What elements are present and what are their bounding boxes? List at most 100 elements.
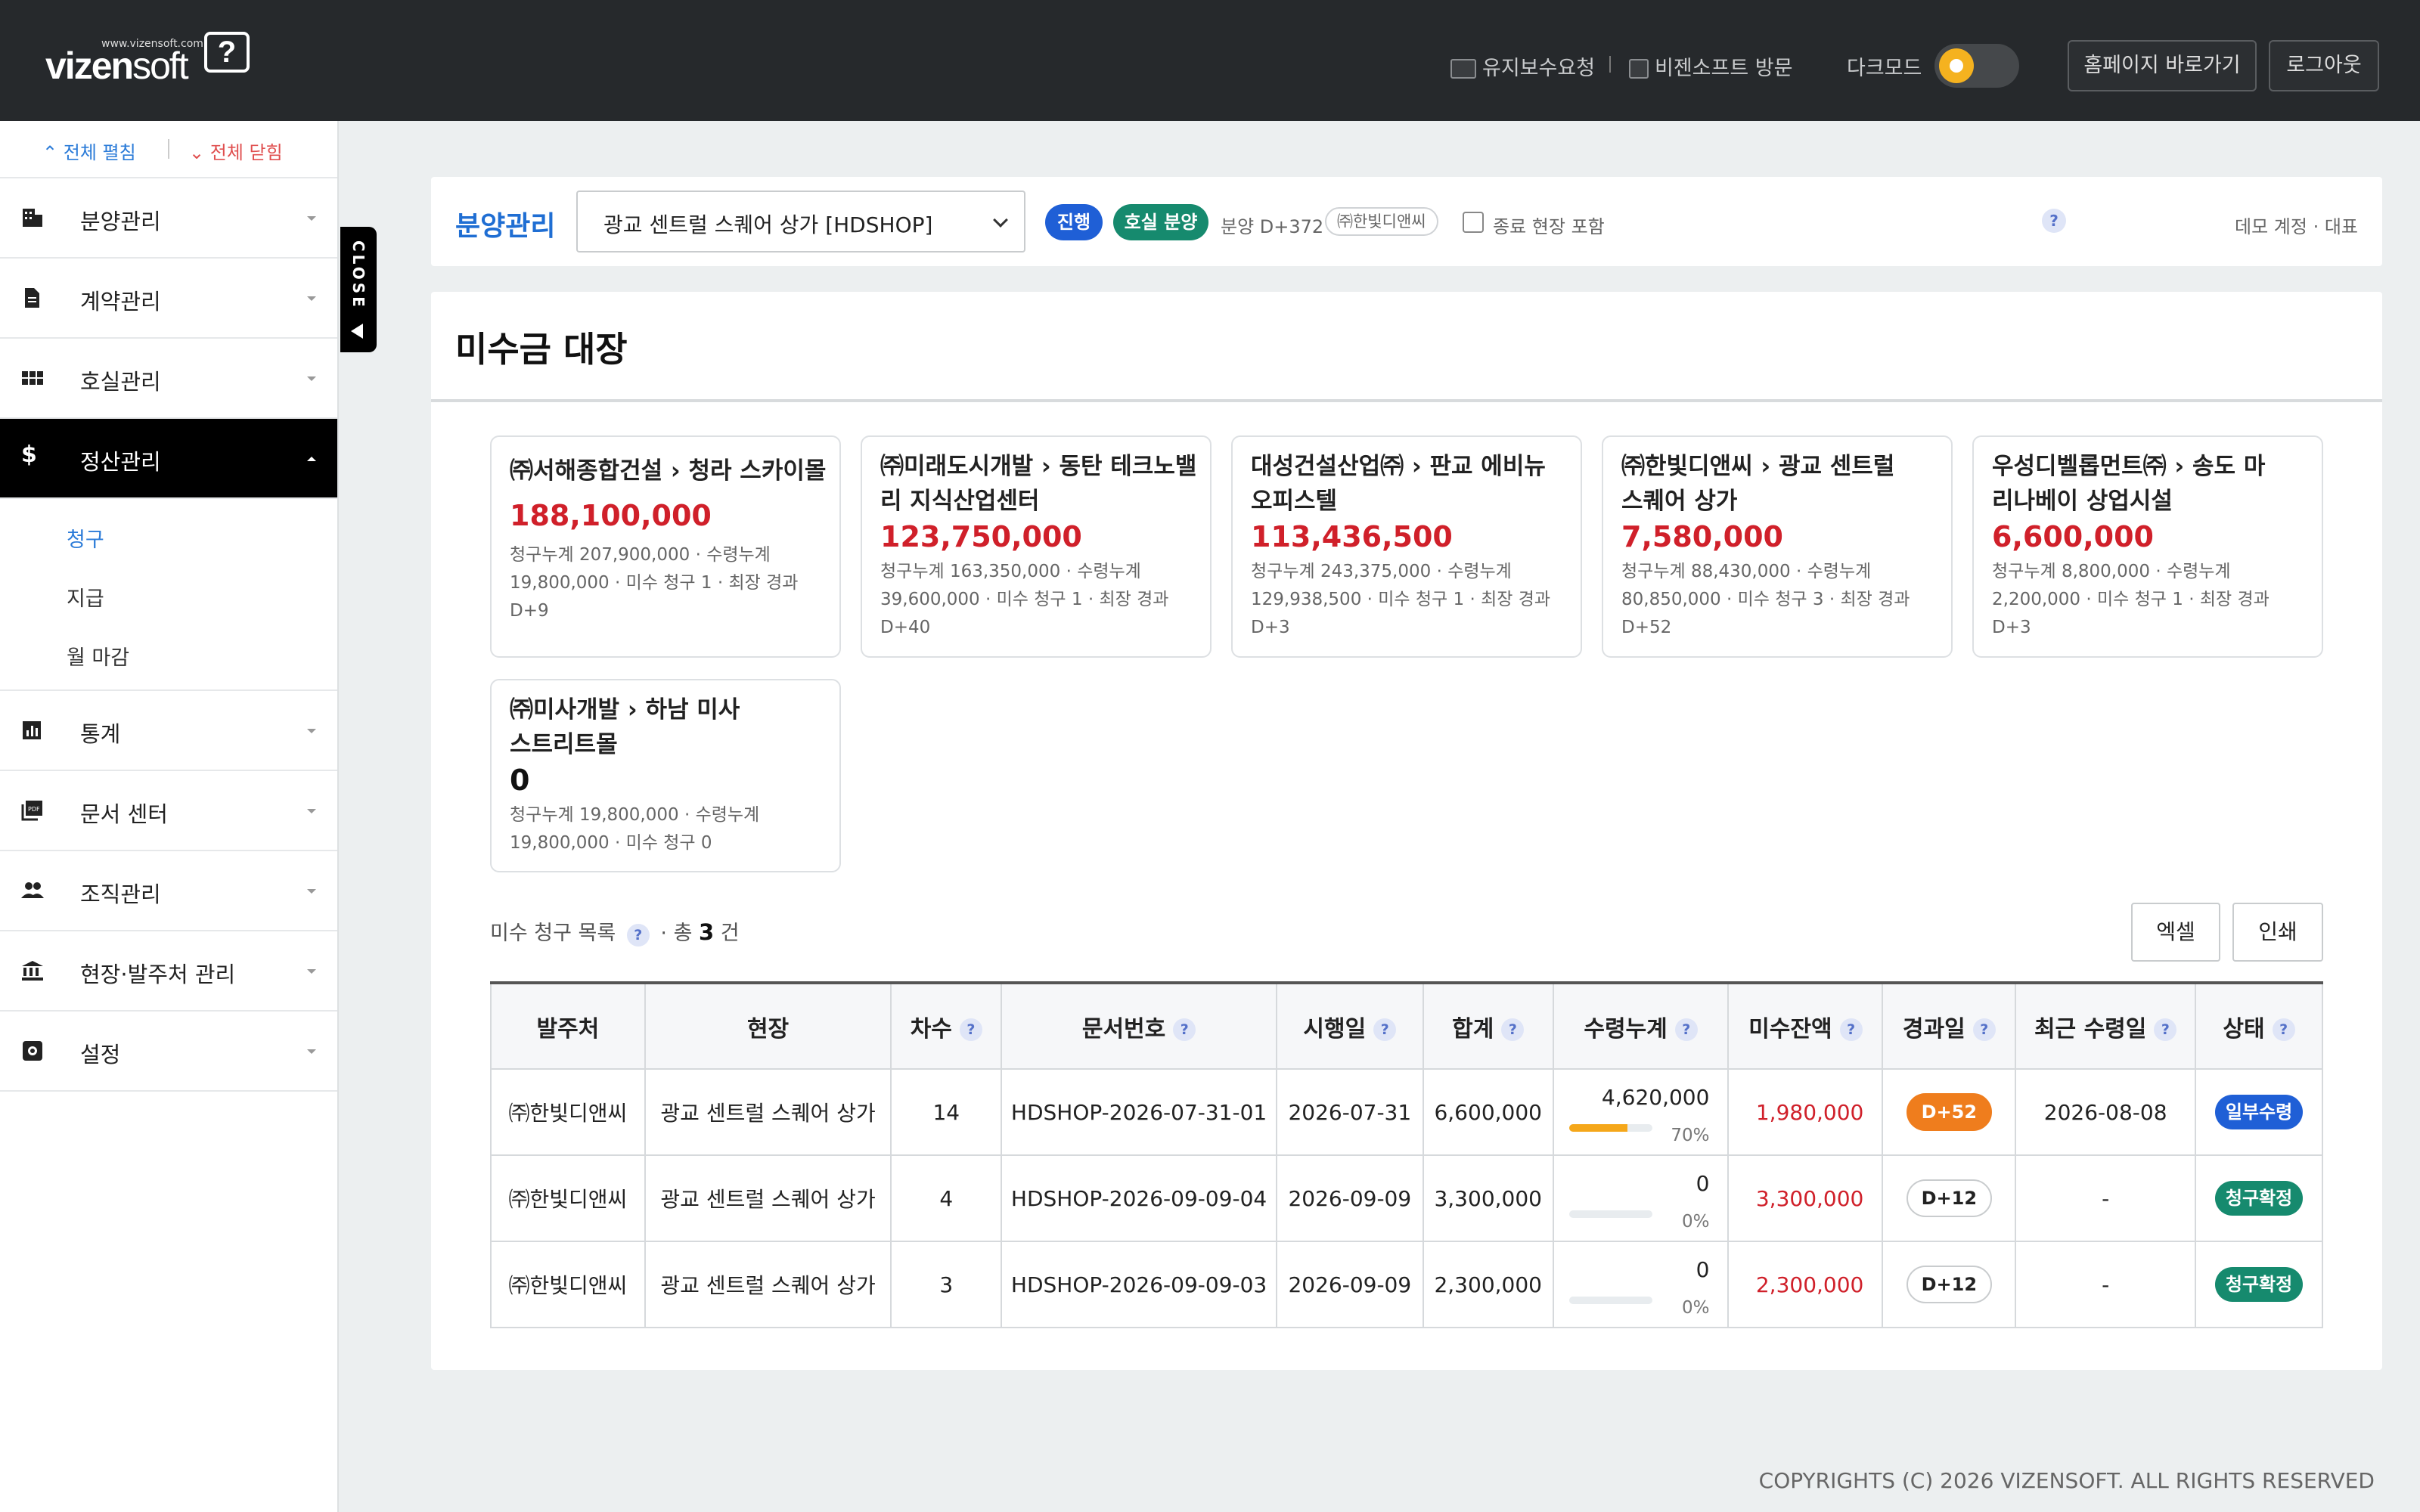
include-closed-checkbox[interactable] xyxy=(1463,212,1484,233)
summary-title: ㈜미래도시개발 › 동탄 테크노밸리 지식산업센터 xyxy=(880,453,1197,515)
sidebar-item-stats[interactable]: 통계 xyxy=(0,691,337,771)
type-pill: 호실 분양 xyxy=(1113,204,1208,240)
excel-button[interactable]: 엑셀 xyxy=(2131,903,2220,962)
summary-card[interactable]: ㈜미사개발 › 하남 미사 스트리트몰 0 청구누계 19,800,000 · … xyxy=(490,679,841,872)
footer-copyright: COPYRIGHTS (C) 2026 VIZENSOFT. ALL RIGHT… xyxy=(1758,1468,2375,1493)
table-row[interactable]: ㈜한빛디앤씨 광교 센트럴 스퀘어 상가 4 HDSHOP-2026-09-09… xyxy=(490,1154,2323,1242)
summary-card[interactable]: 대성건설산업㈜ › 판교 에비뉴 오피스텔 113,436,500 청구누계 2… xyxy=(1231,435,1582,658)
column-header[interactable]: 현장 xyxy=(644,981,892,1070)
cell-round: 4 xyxy=(890,1154,1003,1242)
help-icon: ? xyxy=(1501,1018,1525,1041)
gear-icon xyxy=(23,1041,42,1061)
arrow-left-icon xyxy=(351,324,363,339)
column-header[interactable]: 시행일? xyxy=(1275,981,1424,1070)
help-icon[interactable]: ? xyxy=(626,924,650,947)
cell-balance: 1,980,000 xyxy=(1727,1068,1884,1156)
table-row[interactable]: ㈜한빛디앤씨 광교 센트럴 스퀘어 상가 3 HDSHOP-2026-09-09… xyxy=(490,1241,2323,1328)
column-header[interactable]: 수령누계? xyxy=(1552,981,1730,1070)
column-header[interactable]: 최근 수령일? xyxy=(2015,981,2197,1070)
expand-all-button[interactable]: ⌃ 전체 펼침 xyxy=(42,138,136,164)
submenu-item-billing[interactable]: 청구 xyxy=(0,507,337,565)
cell-last-received: 2026-08-08 xyxy=(2015,1068,2197,1156)
help-icon: ? xyxy=(2272,1018,2295,1041)
list-label: 미수 청구 목록 xyxy=(490,922,616,945)
column-header[interactable]: 합계? xyxy=(1422,981,1554,1070)
summary-card[interactable]: 우성디벨롭먼트㈜ › 송도 마리나베이 상업시설 6,600,000 청구누계 … xyxy=(1972,435,2323,658)
help-icon[interactable]: ? xyxy=(2042,209,2066,233)
column-header[interactable]: 문서번호? xyxy=(1001,981,1277,1070)
column-header[interactable]: 상태? xyxy=(2195,981,2323,1070)
chevron-down-icon xyxy=(993,212,1008,228)
cell-elapsed: D+52 xyxy=(1882,1068,2017,1156)
summary-card[interactable]: ㈜미래도시개발 › 동탄 테크노밸리 지식산업센터 123,750,000 청구… xyxy=(861,435,1212,658)
settlement-submenu: 청구 지급 월 마감 xyxy=(0,499,337,691)
visit-vizensoft-link[interactable]: 비젠소프트 방문 xyxy=(1629,51,1792,81)
column-header[interactable]: 미수잔액? xyxy=(1727,981,1884,1070)
calendar-icon xyxy=(1629,59,1649,79)
column-header[interactable]: 발주처 xyxy=(490,981,646,1070)
sidebar-toggle-bar: ⌃ 전체 펼침 ⌄ 전체 닫힘 xyxy=(0,121,337,178)
dollar-icon: $ xyxy=(21,442,37,468)
chevron-down-icon xyxy=(307,969,316,974)
sidebar-item-label: 현장·발주처 관리 xyxy=(80,962,236,987)
list-total-prefix: · 총 xyxy=(660,922,693,945)
cell-doc-number[interactable]: HDSHOP-2026-09-09-04 xyxy=(1001,1154,1277,1242)
summary-card[interactable]: ㈜한빛디앤씨 › 광교 센트럴 스퀘어 상가 7,580,000 청구누계 88… xyxy=(1602,435,1953,658)
cell-client: ㈜한빛디앤씨 xyxy=(490,1068,646,1156)
collapse-all-button[interactable]: ⌄ 전체 닫힘 xyxy=(189,138,283,164)
sidebar-item-settings[interactable]: 설정 xyxy=(0,1012,337,1092)
cell-doc-number[interactable]: HDSHOP-2026-07-31-01 xyxy=(1001,1068,1277,1156)
summary-card[interactable]: ㈜서해종합건설 › 청라 스카이몰 188,100,000 청구누계 207,9… xyxy=(490,435,841,658)
site-select-value: 광교 센트럴 스퀘어 상가 [HDSHOP] xyxy=(603,212,933,237)
cell-status: 청구확정 xyxy=(2195,1241,2323,1328)
sidebar-item-sites[interactable]: 현장·발주처 관리 xyxy=(0,931,337,1012)
sidebar-item-sales[interactable]: 분양관리 xyxy=(0,178,337,259)
darkmode-toggle[interactable] xyxy=(1934,44,2019,88)
submenu-item-payment[interactable]: 지급 xyxy=(0,565,337,624)
sidebar-close-tab[interactable]: CLOSE xyxy=(340,227,377,352)
sidebar-item-label: 호실관리 xyxy=(80,369,161,395)
cell-client: ㈜한빛디앤씨 xyxy=(490,1154,646,1242)
help-icon: ? xyxy=(1674,1018,1698,1041)
darkmode-label: 다크모드 xyxy=(1847,57,1922,80)
close-tab-label: CLOSE xyxy=(349,240,368,310)
sidebar: ⌃ 전체 펼침 ⌄ 전체 닫힘 분양관리 계약관리 호실관리 $ 정산관리 청구… xyxy=(0,121,339,1512)
submenu-item-month-close[interactable]: 월 마감 xyxy=(0,624,337,683)
summary-detail: 청구누계 163,350,000 · 수령누계 39,600,000 · 미수 … xyxy=(880,562,1169,637)
print-button[interactable]: 인쇄 xyxy=(2232,903,2323,962)
cell-doc-number[interactable]: HDSHOP-2026-09-09-03 xyxy=(1001,1241,1277,1328)
page-title: 미수금 대장 xyxy=(455,329,628,370)
sidebar-item-organization[interactable]: 조직관리 xyxy=(0,851,337,931)
sun-icon xyxy=(1939,48,1974,83)
cell-site: 광교 센트럴 스퀘어 상가 xyxy=(644,1068,892,1156)
received-progress-bar xyxy=(1568,1297,1652,1304)
svg-text:PDF: PDF xyxy=(28,806,40,813)
cell-total: 6,600,000 xyxy=(1422,1068,1554,1156)
sidebar-item-settlement[interactable]: $ 정산관리 xyxy=(0,419,337,499)
chevron-down-icon xyxy=(307,889,316,894)
chevron-up-icon xyxy=(307,457,316,461)
sidebar-item-units[interactable]: 호실관리 xyxy=(0,339,337,419)
homepage-button[interactable]: 홈페이지 바로가기 xyxy=(2068,40,2257,91)
maintenance-request-link[interactable]: 유지보수요청 xyxy=(1450,51,1595,81)
status-pill-progress: 진행 xyxy=(1045,204,1103,240)
summary-amount: 0 xyxy=(510,764,530,797)
received-progress-bar xyxy=(1568,1210,1652,1218)
cell-client: ㈜한빛디앤씨 xyxy=(490,1241,646,1328)
sidebar-item-label: 통계 xyxy=(80,721,121,747)
status-badge: 일부수령 xyxy=(2214,1095,2304,1129)
received-value: 4,620,000 xyxy=(1601,1085,1710,1110)
sidebar-item-contract[interactable]: 계약관리 xyxy=(0,259,337,339)
logout-button[interactable]: 로그아웃 xyxy=(2269,40,2379,91)
summary-title: 대성건설산업㈜ › 판교 에비뉴 오피스텔 xyxy=(1251,453,1546,515)
table-row[interactable]: ㈜한빛디앤씨 광교 센트럴 스퀘어 상가 14 HDSHOP-2026-07-3… xyxy=(490,1068,2323,1156)
vizensoft-logo[interactable]: www.vizensoft.com vizensoft ? xyxy=(45,29,257,89)
elapsed-badge: D+12 xyxy=(1906,1179,1993,1217)
cell-elapsed: D+12 xyxy=(1882,1241,2017,1328)
sidebar-item-documents[interactable]: PDF 문서 센터 xyxy=(0,771,337,851)
summary-amount: 113,436,500 xyxy=(1251,520,1453,553)
site-select[interactable]: 광교 센트럴 스퀘어 상가 [HDSHOP] xyxy=(576,191,1025,253)
column-header[interactable]: 경과일? xyxy=(1882,981,2017,1070)
list-header: 미수 청구 목록 ? · 총 3 건 xyxy=(490,916,740,947)
column-header[interactable]: 차수? xyxy=(890,981,1003,1070)
